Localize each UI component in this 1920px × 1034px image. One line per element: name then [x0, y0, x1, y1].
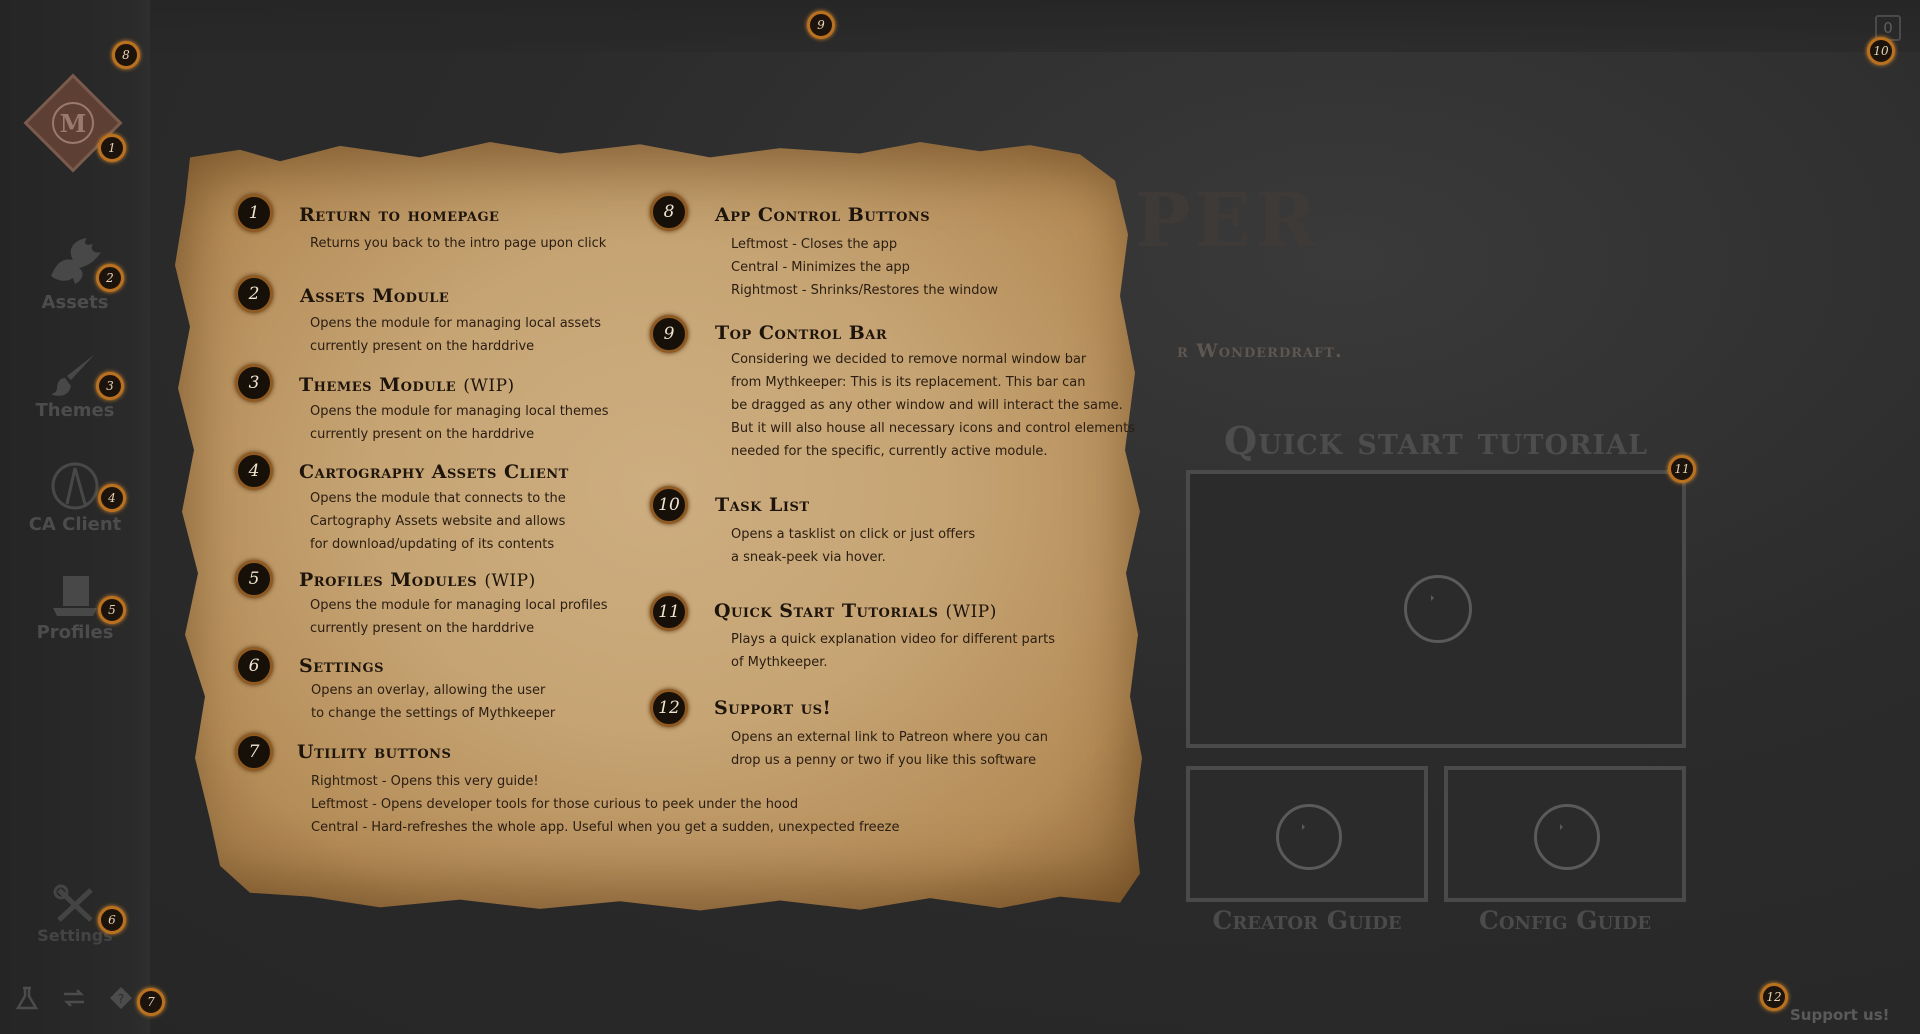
play-icon[interactable]	[1404, 575, 1472, 643]
section-text: a sneak-peek via hover.	[731, 550, 886, 565]
sidebar-item-label: Themes	[35, 400, 115, 421]
wrench-screwdriver-icon	[53, 884, 93, 922]
refresh-icon[interactable]	[61, 985, 87, 1011]
section-title: Themes Module (WIP)	[299, 374, 515, 396]
app-subtitle-fragment: r Wonderdraft.	[1177, 340, 1343, 362]
section-title: Settings	[299, 655, 384, 677]
help-diamond-icon[interactable]: ?	[108, 985, 134, 1011]
section-number: 4	[235, 452, 273, 490]
section-text: Central - Minimizes the app	[731, 260, 910, 275]
section-number: 12	[650, 689, 688, 727]
play-icon[interactable]	[1276, 804, 1342, 870]
section-text: Returns you back to the intro page upon …	[310, 236, 607, 251]
section-text: Central - Hard-refreshes the whole app. …	[311, 820, 900, 835]
section-text: Opens an external link to Patreon where …	[731, 730, 1049, 745]
creator-guide-label: Creator Guide	[1212, 906, 1402, 935]
top-hat-icon	[53, 576, 97, 616]
section-number: 9	[650, 315, 688, 353]
section-text: Rightmost - Shrinks/Restores the window	[731, 283, 999, 298]
section-text: to change the settings of Mythkeeper	[311, 706, 556, 721]
config-guide-label: Config Guide	[1478, 906, 1652, 935]
section-text: Considering we decided to remove normal …	[731, 352, 1087, 367]
brush-icon	[51, 354, 95, 396]
top-control-bar[interactable]	[0, 0, 1920, 52]
section-text: Leftmost - Opens developer tools for tho…	[311, 797, 799, 812]
badge-4: 4	[98, 484, 126, 512]
section-title: Quick Start Tutorials (WIP)	[714, 600, 997, 622]
quick-start-title: Quick start tutorial	[1223, 418, 1649, 463]
section-text: Opens a tasklist on click or just offers	[731, 527, 976, 542]
section-text: Cartography Assets website and allows	[310, 514, 566, 529]
badge-11: 11	[1668, 455, 1696, 483]
badge-9: 9	[807, 11, 835, 39]
badge-6: 6	[98, 906, 126, 934]
section-number: 7	[235, 733, 273, 771]
badge-2: 2	[96, 264, 124, 292]
sidebar-item-label: Settings	[37, 926, 113, 945]
badge-1: 1	[98, 134, 126, 162]
section-text: Plays a quick explanation video for diff…	[731, 632, 1055, 647]
section-title: Top Control Bar	[715, 322, 888, 344]
sidebar-item-themes[interactable]: Themes	[0, 350, 150, 421]
sidebar-item-profiles[interactable]: Profiles	[0, 572, 150, 643]
section-title: Support us!	[714, 697, 832, 719]
badge-3: 3	[96, 372, 124, 400]
app-title-fragment: PER	[1135, 178, 1321, 264]
section-title: Task List	[715, 494, 810, 516]
badge-10: 10	[1867, 37, 1895, 65]
section-text: Opens the module that connects to the	[310, 491, 566, 506]
section-number: 11	[650, 593, 688, 631]
section-title: Utility buttons	[297, 741, 452, 763]
sidebar-item-label: Assets	[41, 292, 109, 313]
section-text: for download/updating of its contents	[310, 537, 555, 552]
section-title: Return to homepage	[299, 204, 500, 226]
sidebar-item-settings[interactable]: Settings	[0, 884, 150, 945]
section-text: Leftmost - Closes the app	[731, 237, 898, 252]
section-title: App Control Buttons	[715, 204, 931, 226]
section-text: of Mythkeeper.	[731, 655, 828, 670]
badge-7: 7	[137, 988, 165, 1016]
section-text: Opens an overlay, allowing the user	[311, 683, 546, 698]
creator-guide-video[interactable]	[1186, 766, 1428, 902]
section-number: 2	[235, 275, 273, 313]
section-number: 10	[650, 486, 688, 524]
section-number: 1	[235, 194, 273, 232]
section-text: drop us a penny or two if you like this …	[731, 753, 1037, 768]
quick-start-video[interactable]	[1186, 470, 1686, 748]
badge-5: 5	[98, 596, 126, 624]
svg-text:?: ?	[118, 992, 124, 1006]
section-text: Opens the module for managing local them…	[310, 404, 609, 419]
sidebar-item-label: Profiles	[36, 622, 114, 643]
play-icon[interactable]	[1534, 804, 1600, 870]
section-text: currently present on the harddrive	[310, 427, 535, 442]
section-title: Profiles Modules (WIP)	[299, 569, 536, 591]
section-title: Assets Module	[300, 285, 450, 307]
logo-letter: M	[52, 102, 94, 144]
section-number: 6	[235, 647, 273, 685]
support-us-link[interactable]: Support us!	[1790, 1006, 1890, 1024]
badge-8: 8	[112, 41, 140, 69]
section-text: Rightmost - Opens this very guide!	[311, 774, 539, 789]
section-number: 8	[650, 193, 688, 231]
section-title: Cartography Assets Client	[299, 461, 569, 483]
sidebar-item-ca-client[interactable]: CA Client	[0, 460, 150, 535]
section-text: from Mythkeeper: This is its replacement…	[731, 375, 1086, 390]
sidebar-item-label: CA Client	[28, 514, 122, 535]
section-text: be dragged as any other window and will …	[731, 398, 1123, 413]
section-text: But it will also house all necessary ico…	[731, 421, 1136, 436]
section-text: currently present on the harddrive	[310, 339, 535, 354]
section-text: Opens the module for managing local prof…	[310, 598, 608, 613]
section-text: Opens the module for managing local asse…	[310, 316, 602, 331]
flask-icon[interactable]	[14, 985, 40, 1011]
config-guide-video[interactable]	[1444, 766, 1686, 902]
section-text: needed for the specific, currently activ…	[731, 444, 1048, 459]
sidebar-item-assets[interactable]: Assets	[0, 232, 150, 313]
section-number: 5	[235, 560, 273, 598]
section-number: 3	[235, 364, 273, 402]
compass-icon	[51, 462, 99, 510]
section-text: currently present on the harddrive	[310, 621, 535, 636]
badge-12: 12	[1760, 983, 1788, 1011]
logo-emblem: M	[42, 92, 104, 154]
